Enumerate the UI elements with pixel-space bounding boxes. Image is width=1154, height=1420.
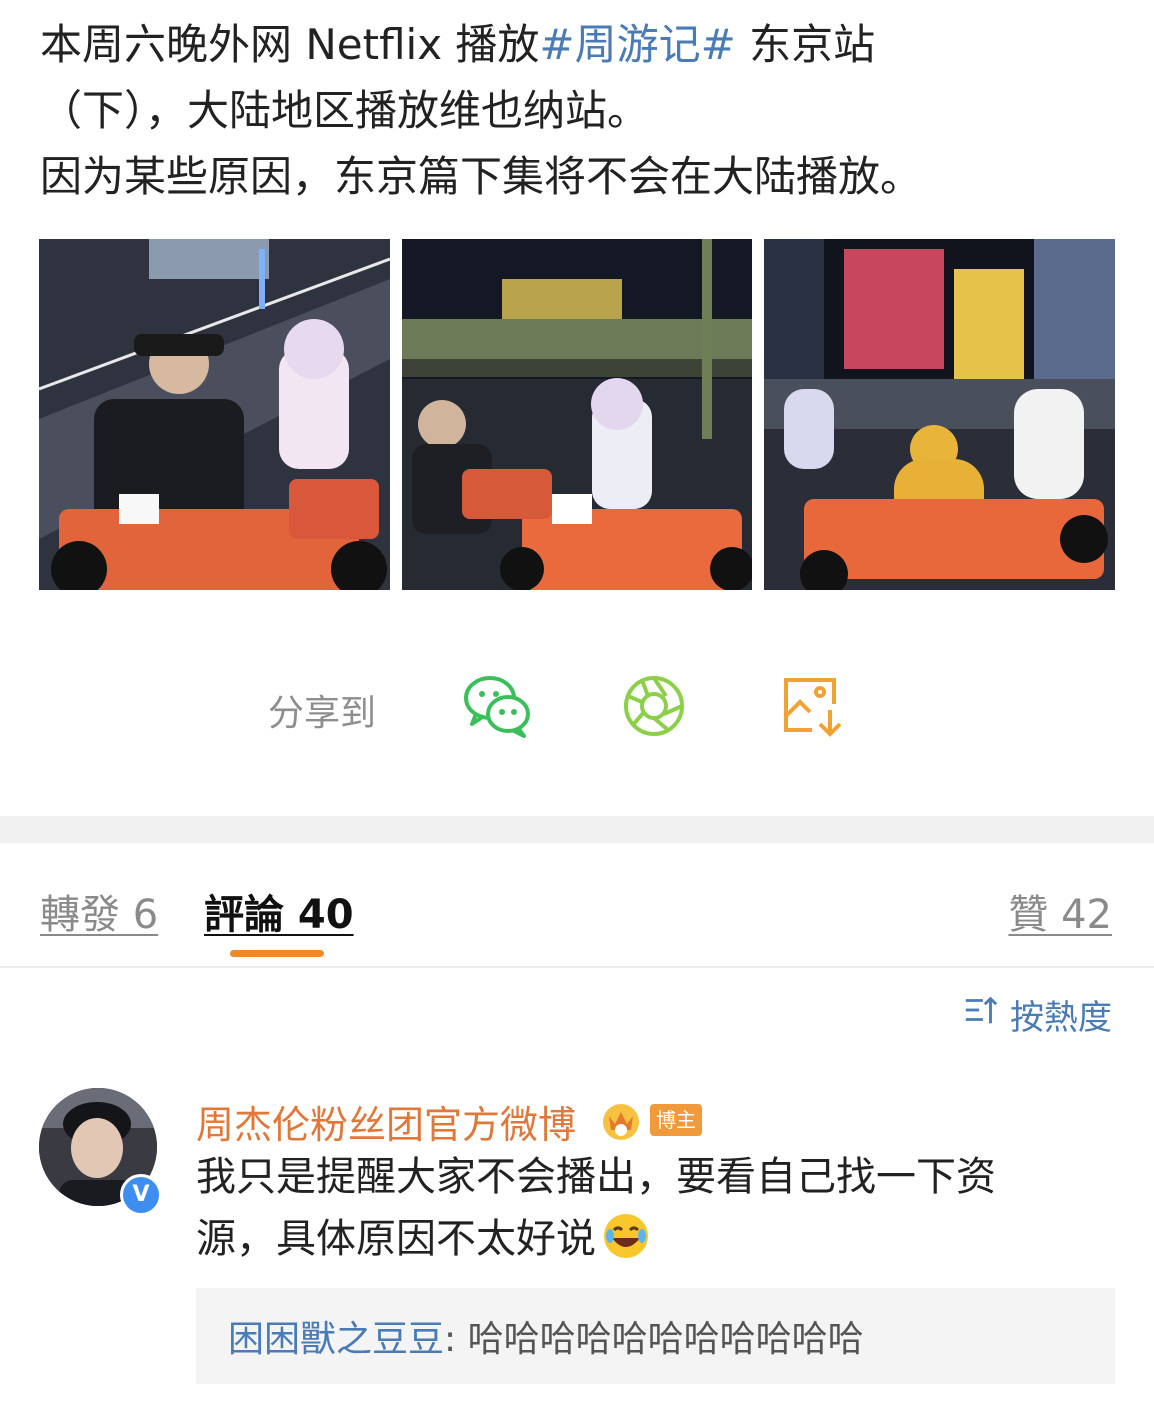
reply-text: 困困獸之豆豆: 哈哈哈哈哈哈哈哈哈哈哈 <box>228 1310 864 1362</box>
post-line-1-tail: 东京站 <box>735 20 876 69</box>
comment-line-2-text: 源，具体原因不太好说 <box>196 1216 596 1262</box>
interaction-tabs: 轉發 6 評論 40 贊 42 <box>0 860 1154 968</box>
photo-3[interactable] <box>764 239 1116 590</box>
sort-icon <box>962 991 1000 1038</box>
post-text: 本周六晚外网 Netflix 播放#周游记# 东京站 （下），大陆地区播放维也纳… <box>40 12 1120 210</box>
author-badge: 博主 <box>650 1104 702 1136</box>
comment-line-1: 我只是提醒大家不会播出，要看自己找一下资 <box>196 1154 996 1200</box>
tab-likes[interactable]: 贊 42 <box>1008 882 1112 940</box>
photo-1[interactable] <box>39 239 390 590</box>
photo-2[interactable] <box>401 239 753 590</box>
photo-grid <box>39 239 1116 590</box>
comment-body: 我只是提醒大家不会播出，要看自己找一下资 源，具体原因不太好说 <box>196 1146 1076 1270</box>
crown-icon <box>600 1100 642 1142</box>
comment-author[interactable]: 周杰伦粉丝团官方微博 <box>196 1094 576 1149</box>
reply-separator: : <box>444 1319 468 1360</box>
sort-button[interactable]: 按熱度 <box>962 991 1112 1038</box>
verified-badge-icon: V <box>120 1174 162 1216</box>
reply-content: 哈哈哈哈哈哈哈哈哈哈哈 <box>467 1319 864 1360</box>
post-line-2: （下），大陆地区播放维也纳站。 <box>40 86 650 135</box>
comment-line-2: 源，具体原因不太好说 <box>196 1208 1076 1270</box>
save-image-icon[interactable] <box>778 670 850 742</box>
section-divider <box>0 816 1154 843</box>
share-label: 分享到 <box>268 693 377 734</box>
laughing-tears-emoji-icon <box>602 1212 650 1260</box>
active-tab-indicator <box>230 950 324 957</box>
tab-comments[interactable]: 評論 40 <box>204 882 354 940</box>
wechat-icon[interactable] <box>462 670 534 742</box>
post-line-1: 本周六晚外网 Netflix 播放#周游记# 东京站 <box>40 12 1120 78</box>
share-row: 分享到 <box>0 670 1154 750</box>
moments-icon[interactable] <box>618 670 690 742</box>
tab-repost[interactable]: 轉發 6 <box>40 882 158 940</box>
reply-author[interactable]: 困困獸之豆豆 <box>228 1319 444 1360</box>
post-line-3: 因为某些原因，东京篇下集将不会在大陆播放。 <box>40 152 923 201</box>
reply-box[interactable]: 困困獸之豆豆: 哈哈哈哈哈哈哈哈哈哈哈 <box>196 1288 1115 1384</box>
hashtag-link[interactable]: #周游记# <box>539 20 735 69</box>
sort-label: 按熱度 <box>1010 997 1112 1038</box>
post-line-1-text: 本周六晚外网 Netflix 播放 <box>40 20 540 69</box>
